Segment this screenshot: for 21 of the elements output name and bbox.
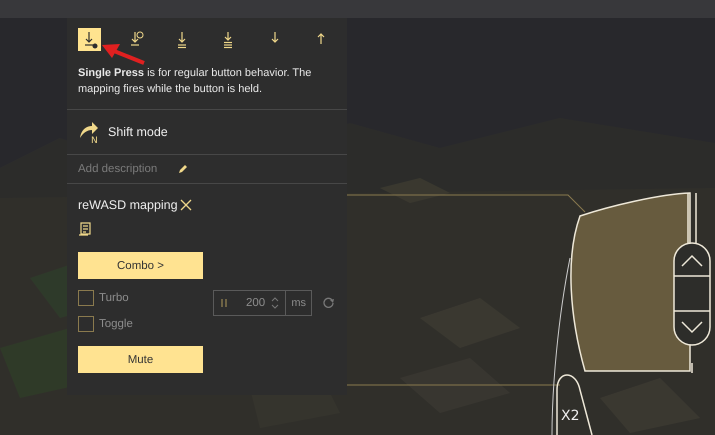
mute-button[interactable]: Mute — [78, 346, 203, 373]
spinner-icon[interactable] — [271, 295, 280, 311]
pencil-icon — [178, 164, 188, 174]
press-description: Single Press is for regular button behavior. The mapping fires while the button is held. — [78, 66, 312, 97]
combo-button[interactable]: Combo > — [78, 252, 203, 279]
checkbox-label: Toggle — [99, 318, 133, 330]
description-field[interactable]: Add description — [78, 163, 174, 175]
mapping-title: reWASD mapping — [78, 198, 178, 212]
scroll-icon[interactable] — [78, 222, 92, 238]
shift-mode-label[interactable]: Shift mode — [108, 125, 168, 139]
checkbox[interactable] — [78, 316, 94, 332]
reset-icon[interactable] — [322, 296, 335, 309]
press-type-tab[interactable] — [78, 28, 101, 51]
delay-value: 200 — [246, 297, 266, 309]
close-icon[interactable] — [180, 199, 192, 211]
mouse-button-label: X2 — [561, 408, 580, 424]
pause-icon — [221, 298, 228, 308]
turbo-delay-field[interactable]: 200 ms — [213, 290, 312, 316]
unit-label: ms — [285, 291, 311, 315]
checkbox[interactable] — [78, 290, 94, 306]
checkbox-label: Turbo — [99, 292, 129, 304]
